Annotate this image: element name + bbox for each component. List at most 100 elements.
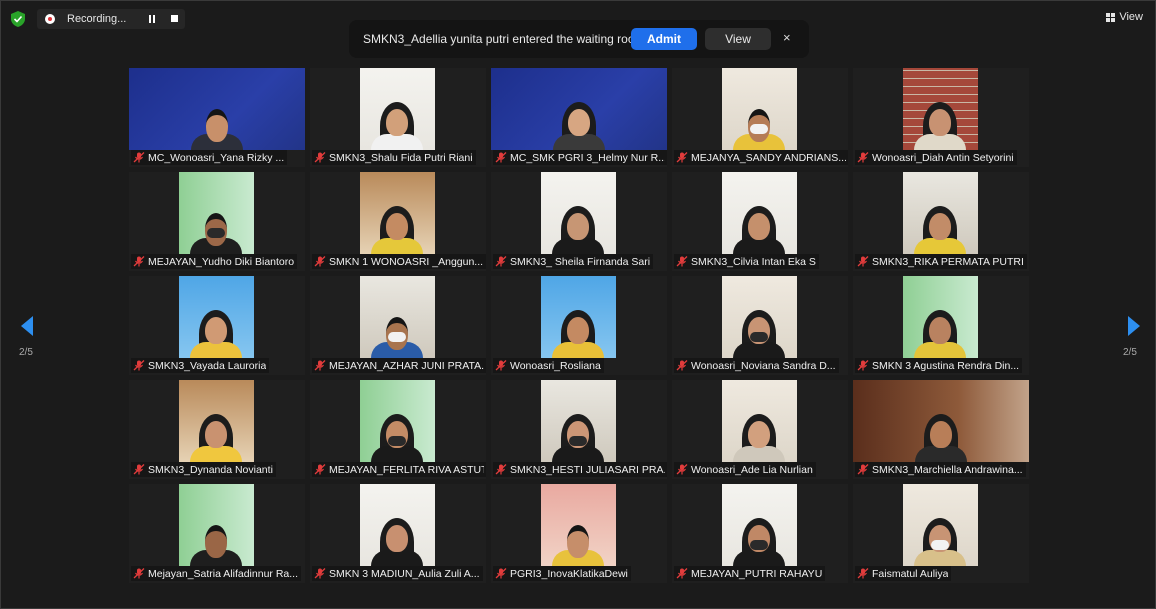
participant-shirt [733,238,785,254]
participant-tile[interactable]: SMKN 1 WONOASRI _Anggun... [310,172,486,271]
participant-tile[interactable]: MEJAYAN_FERLITA RIVA ASTUTI [310,380,486,479]
participant-shirt [371,550,423,566]
muted-mic-icon [676,568,688,579]
participant-tile[interactable]: MC_Wonoasri_Yana Rizky ... [129,68,305,167]
participant-name-bar: SMKN3_ Sheila Firnanda Sari [493,254,654,269]
participant-name-bar: SMKN3_Vayada Lauroria [131,358,270,373]
participant-name: Wonoasri_Noviana Sandra D... [691,359,836,372]
participant-tile[interactable]: SMKN3_HESTI JULIASARI PRA... [491,380,667,479]
participant-tile[interactable]: Wonoasri_Diah Antin Setyorini [853,68,1029,167]
participant-face [929,317,951,344]
pause-recording-icon[interactable] [149,15,156,23]
participant-shirt [552,446,604,462]
previous-page-arrow-icon[interactable] [17,314,37,338]
participant-name: SMKN3_Marchiella Andrawina... [872,463,1023,476]
participant-name-bar: Wonoasri_Rosliana [493,358,604,373]
participant-tile[interactable]: MEJANYA_SANDY ANDRIANS... [672,68,848,167]
participant-tile[interactable]: Wonoasri_Noviana Sandra D... [672,276,848,375]
participant-tile[interactable]: Mejayan_Satria Alifadinnur Ra... [129,484,305,583]
participant-name: SMKN 3 Agustina Rendra Din... [872,359,1020,372]
participant-name-bar: SMKN3_Marchiella Andrawina... [855,462,1026,477]
face-mask [750,332,768,342]
participant-tile[interactable]: SMKN3_RIKA PERMATA PUTRI [853,172,1029,271]
participant-name: MEJAYAN_PUTRI RAHAYU [691,567,823,580]
participant-name: MEJAYAN_AZHAR JUNI PRATA... [329,359,484,372]
participant-tile[interactable]: Wonoasri_Rosliana [491,276,667,375]
recording-dot-icon [45,14,55,24]
muted-mic-icon [676,152,688,163]
participant-tile[interactable]: MEJAYAN_PUTRI RAHAYU [672,484,848,583]
admit-button[interactable]: Admit [631,28,697,50]
participant-face [386,525,408,552]
participant-name: MC_SMK PGRI 3_Helmy Nur R... [510,151,665,164]
muted-mic-icon [495,568,507,579]
participant-name-bar: MEJAYAN_PUTRI RAHAYU [674,566,826,581]
recording-label: Recording... [67,13,127,25]
security-shield-icon[interactable] [11,11,25,27]
muted-mic-icon [857,256,869,267]
muted-mic-icon [857,464,869,475]
participant-shirt [371,134,423,150]
participant-tile[interactable]: MEJAYAN_Yudho Diki Biantoro [129,172,305,271]
face-mask [388,332,406,342]
participant-tile[interactable]: SMKN3_Shalu Fida Putri Riani [310,68,486,167]
participant-shirt [190,446,242,462]
participant-face [386,213,408,240]
muted-mic-icon [676,256,688,267]
participant-face [929,213,951,240]
stop-recording-icon[interactable] [171,15,178,22]
participant-video [360,380,435,462]
participant-name-bar: SMKN3_Dynanda Novianti [131,462,276,477]
participant-tile[interactable]: SMKN3_ Sheila Firnanda Sari [491,172,667,271]
participant-tile[interactable]: Faismatul Auliya [853,484,1029,583]
muted-mic-icon [133,152,145,163]
participant-tile[interactable]: PGRI3_InovaKlatikaDewi [491,484,667,583]
view-button-label: View [1119,11,1143,23]
muted-mic-icon [133,464,145,475]
participant-tile[interactable]: SMKN3_Marchiella Andrawina... [853,380,1029,479]
participant-shirt [914,550,966,566]
grid-view-icon [1106,12,1116,22]
participant-video [903,484,978,566]
participant-video [179,172,254,254]
participant-video [541,380,616,462]
muted-mic-icon [857,152,869,163]
participant-tile[interactable]: SMKN 3 Agustina Rendra Din... [853,276,1029,375]
muted-mic-icon [133,256,145,267]
participant-name: PGRI3_InovaKlatikaDewi [510,567,628,580]
participant-video [903,276,978,358]
participant-name: MEJAYAN_Yudho Diki Biantoro [148,255,295,268]
muted-mic-icon [857,360,869,371]
close-notification-icon[interactable]: × [783,30,791,45]
participant-shirt [915,446,967,462]
participant-video [541,276,616,358]
next-page-arrow-icon[interactable] [1124,314,1144,338]
participant-tile[interactable]: SMKN3_Vayada Lauroria [129,276,305,375]
participant-shirt [190,342,242,358]
participant-name: Faismatul Auliya [872,567,949,580]
muted-mic-icon [676,360,688,371]
view-layout-button[interactable]: View [1106,11,1143,23]
participant-video [179,276,254,358]
participant-tile[interactable]: SMKN 3 MADIUN_Aulia Zuli A... [310,484,486,583]
participant-tile[interactable]: SMKN3_Cilvia Intan Eka S [672,172,848,271]
participant-tile[interactable]: MC_SMK PGRI 3_Helmy Nur R... [491,68,667,167]
participant-video [491,68,667,150]
waiting-room-notification: SMKN3_Adellia yunita putri entered the w… [349,20,809,58]
face-mask [750,540,768,550]
participant-video [360,276,435,358]
participant-shirt [914,134,966,150]
muted-mic-icon [133,360,145,371]
muted-mic-icon [495,360,507,371]
participant-tile[interactable]: MEJAYAN_AZHAR JUNI PRATA... [310,276,486,375]
notification-message: SMKN3_Adellia yunita putri entered the w… [363,32,645,46]
view-waiting-room-button[interactable]: View [705,28,771,50]
participant-video [722,172,797,254]
participant-tile[interactable]: Wonoasri_Ade Lia Nurlian [672,380,848,479]
participant-video [179,380,254,462]
participant-name-bar: MEJAYAN_Yudho Diki Biantoro [131,254,298,269]
participant-tile[interactable]: SMKN3_Dynanda Novianti [129,380,305,479]
participant-video [853,380,1029,462]
participant-video [903,172,978,254]
participant-name-bar: SMKN 3 Agustina Rendra Din... [855,358,1023,373]
